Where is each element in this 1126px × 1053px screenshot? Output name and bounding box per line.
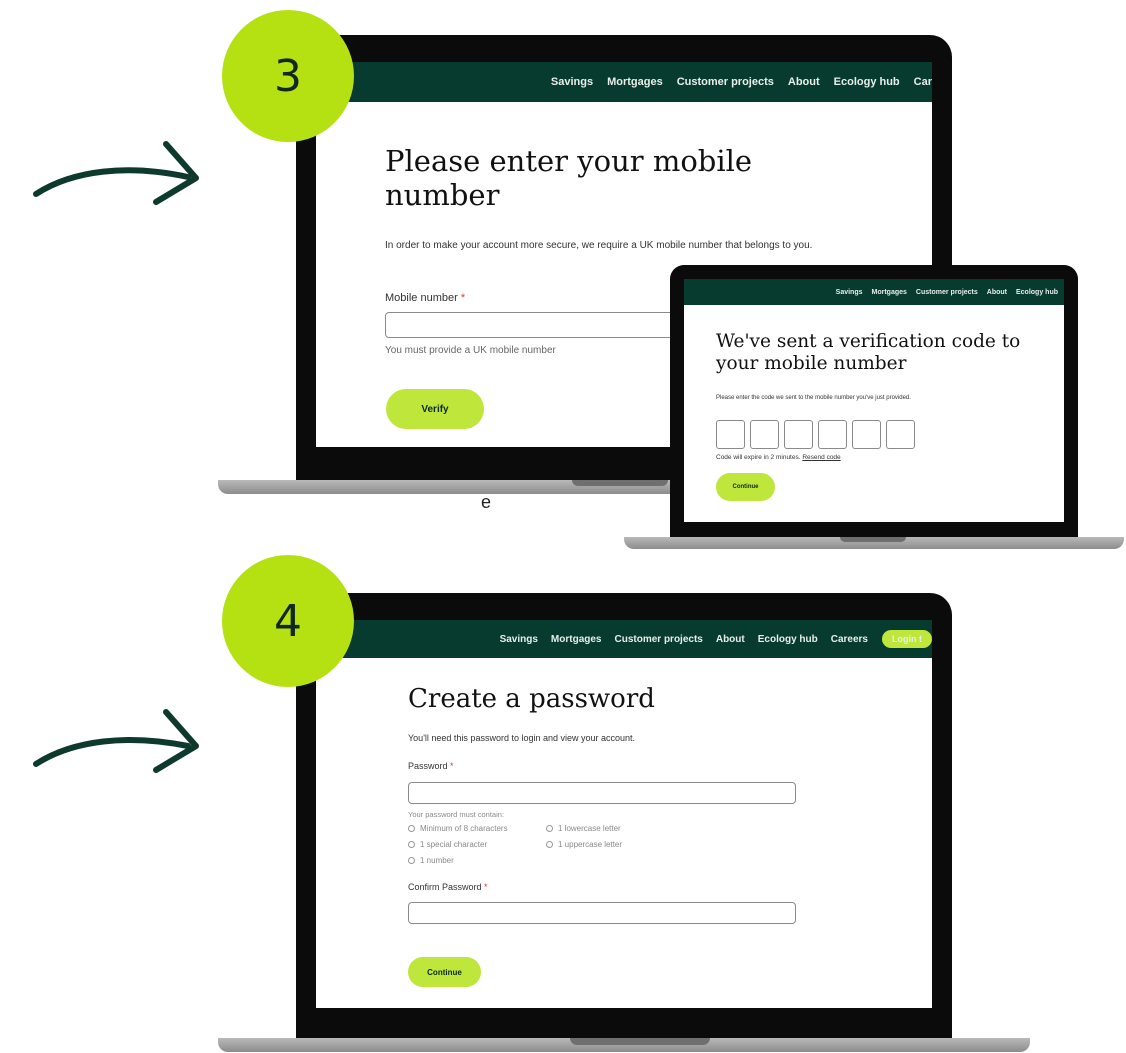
curved-arrow-icon: [33, 709, 199, 773]
page-title: Create a password: [408, 684, 655, 714]
nav-ecology-hub[interactable]: Ecology hub: [758, 634, 818, 645]
nav-savings[interactable]: Savings: [836, 289, 863, 296]
mobile-number-hint: You must provide a UK mobile number: [385, 345, 556, 356]
laptop-notch: [840, 537, 906, 542]
page-description: Please enter the code we sent to the mob…: [716, 395, 911, 401]
password-rule: 1 number: [408, 856, 454, 865]
nav-customer-projects[interactable]: Customer projects: [916, 289, 978, 296]
code-digit-input[interactable]: [818, 420, 847, 449]
stray-text: e: [481, 492, 492, 512]
check-circle-icon: [408, 857, 415, 864]
page-title: We've sent a verification code to your m…: [716, 331, 1021, 375]
required-mark: *: [460, 292, 466, 304]
top-nav: Savings Mortgages Customer projects Abou…: [684, 279, 1064, 305]
nav-savings[interactable]: Savings: [551, 76, 593, 88]
laptop-screen-verification: Savings Mortgages Customer projects Abou…: [684, 279, 1064, 522]
laptop-screen-password: Savings Mortgages Customer projects Abou…: [316, 620, 932, 1008]
mobile-number-label: Mobile number *: [385, 292, 466, 304]
step-badge: 4: [222, 555, 354, 687]
continue-button[interactable]: Continue: [408, 957, 481, 987]
page-description: You'll need this password to login and v…: [408, 733, 636, 743]
nav-savings[interactable]: Savings: [500, 634, 538, 645]
required-mark: *: [484, 882, 488, 892]
password-input[interactable]: [408, 782, 796, 804]
laptop-notch: [570, 1038, 710, 1045]
code-digit-input[interactable]: [886, 420, 915, 449]
laptop-notch: [572, 480, 668, 486]
resend-code-link[interactable]: Resend code: [802, 454, 840, 461]
nav-customer-projects[interactable]: Customer projects: [677, 76, 774, 88]
page-description: In order to make your account more secur…: [385, 240, 813, 251]
check-circle-icon: [408, 825, 415, 832]
code-digit-input[interactable]: [852, 420, 881, 449]
nav-ecology-hub[interactable]: Ecology hub: [834, 76, 900, 88]
nav-mortgages[interactable]: Mortgages: [872, 289, 907, 296]
curved-arrow-icon: [33, 141, 199, 205]
login-button[interactable]: Login t: [882, 630, 932, 648]
nav-about[interactable]: About: [716, 634, 745, 645]
confirm-password-label: Confirm Password *: [408, 882, 488, 892]
nav-mortgages[interactable]: Mortgages: [551, 634, 602, 645]
password-rules-title: Your password must contain:: [408, 810, 505, 819]
password-rule: 1 uppercase letter: [546, 840, 622, 849]
nav-about[interactable]: About: [987, 289, 1007, 296]
code-digit-input[interactable]: [750, 420, 779, 449]
code-expiry-text: Code will expire in 2 minutes. Resend co…: [716, 454, 841, 461]
nav-ecology-hub[interactable]: Ecology hub: [1016, 289, 1058, 296]
required-mark: *: [450, 761, 454, 771]
nav-about[interactable]: About: [788, 76, 820, 88]
top-nav: Savings Mortgages Customer projects Abou…: [316, 620, 932, 658]
nav-careers[interactable]: Careers: [831, 634, 868, 645]
continue-button[interactable]: Continue: [716, 473, 775, 501]
nav-mortgages[interactable]: Mortgages: [607, 76, 663, 88]
code-digit-input[interactable]: [716, 420, 745, 449]
nav-customer-projects[interactable]: Customer projects: [614, 634, 702, 645]
password-rule: Minimum of 8 characters: [408, 824, 508, 833]
confirm-password-input[interactable]: [408, 902, 796, 924]
password-label: Password *: [408, 761, 454, 771]
code-digit-input[interactable]: [784, 420, 813, 449]
check-circle-icon: [546, 825, 553, 832]
page-title: Please enter your mobile number: [385, 144, 753, 213]
verify-button[interactable]: Verify: [386, 389, 484, 429]
step-badge: 3: [222, 10, 354, 142]
top-nav: Savings Mortgages Customer projects Abou…: [316, 62, 932, 102]
password-rule: 1 lowercase letter: [546, 824, 621, 833]
password-rule: 1 special character: [408, 840, 487, 849]
check-circle-icon: [546, 841, 553, 848]
check-circle-icon: [408, 841, 415, 848]
nav-careers[interactable]: Car: [914, 76, 932, 88]
